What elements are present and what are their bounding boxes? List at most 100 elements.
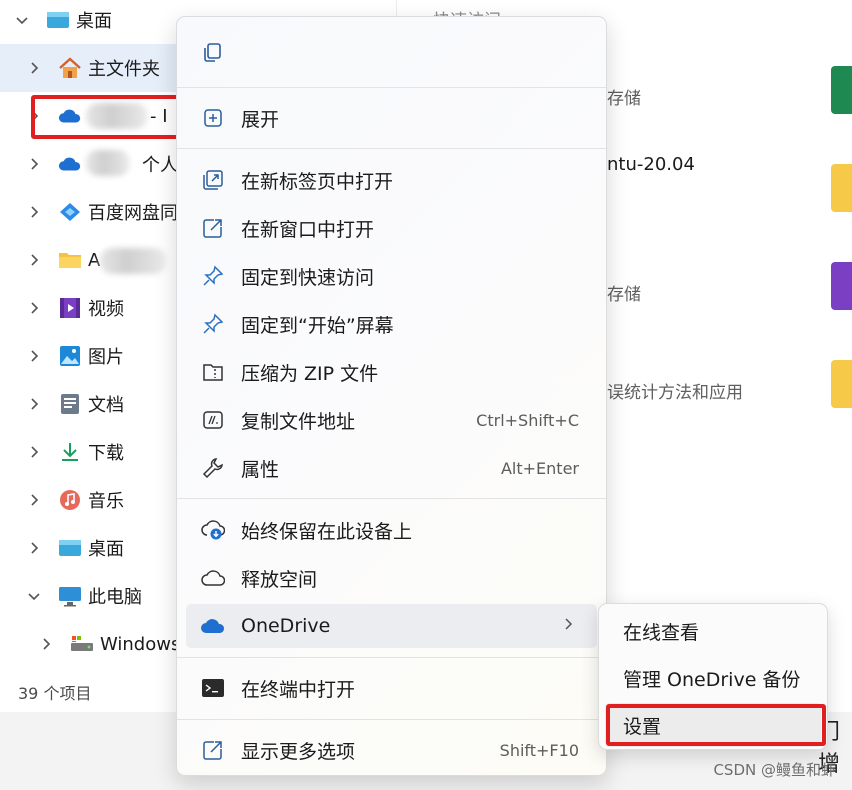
new-window-icon	[200, 215, 226, 241]
folder-icon	[58, 248, 82, 272]
chevron-right-icon[interactable]	[26, 348, 42, 364]
menu-separator	[177, 87, 606, 88]
menu-item-compress-zip[interactable]: 压缩为 ZIP 文件	[186, 350, 597, 394]
nav-item-label: 视频	[88, 299, 124, 320]
chevron-down-icon[interactable]	[26, 588, 42, 604]
onedrive-cloud-icon	[200, 613, 226, 639]
new-tab-icon	[200, 167, 226, 193]
excel-file-icon[interactable]	[831, 66, 852, 114]
menu-item-label: 在新标签页中打开	[241, 170, 394, 193]
nav-item-label: 下载	[88, 443, 124, 464]
menu-item-label: 展开	[241, 108, 280, 131]
menu-item-pin-start[interactable]: 固定到“开始”屏幕	[186, 302, 597, 346]
nav-item-label: 桌面	[76, 11, 112, 32]
menu-item-label: OneDrive	[241, 615, 331, 637]
menu-item-label: 始终保留在此设备上	[241, 520, 413, 543]
nav-item-label: Windows	[100, 633, 181, 655]
onedrive-cloud-icon	[58, 104, 82, 128]
chevron-right-icon	[563, 616, 575, 636]
pin-start-icon	[200, 311, 226, 337]
chevron-right-icon[interactable]	[26, 396, 42, 412]
chevron-right-icon[interactable]	[26, 108, 42, 124]
menu-item-label: 释放空间	[241, 568, 318, 591]
wrench-icon	[200, 455, 226, 481]
cloud-download-icon	[200, 517, 226, 543]
menu-item-label: 在新窗口中打开	[241, 218, 375, 241]
cloud-outline-icon	[200, 565, 226, 591]
chevron-right-icon[interactable]	[26, 60, 42, 76]
submenu-item-view-online[interactable]: 在线查看	[605, 609, 821, 653]
menu-separator	[177, 719, 606, 720]
nav-item-label: 音乐	[88, 491, 124, 512]
baidu-netdisk-icon	[58, 200, 82, 224]
nav-item-label: A	[88, 249, 101, 271]
menu-separator	[177, 498, 606, 499]
menu-item-label: 显示更多选项	[241, 740, 356, 763]
desktop-icon	[58, 536, 82, 560]
menu-item-always-keep[interactable]: 始终保留在此设备上	[186, 508, 597, 552]
menu-item-copy-path[interactable]: 复制文件地址 Ctrl+Shift+C	[186, 398, 597, 442]
chevron-right-icon[interactable]	[26, 444, 42, 460]
menu-separator	[177, 148, 606, 149]
music-icon	[58, 488, 82, 512]
context-menu: 展开 在新标签页中打开 在新窗口中打开 固定到快速访问 固定到“开始”屏幕 压缩…	[176, 16, 607, 776]
menu-item-shortcut: Alt+Enter	[500, 458, 579, 478]
chevron-right-icon[interactable]	[26, 492, 42, 508]
blurred-folder-name	[100, 248, 166, 274]
menu-item-label: 压缩为 ZIP 文件	[241, 362, 379, 385]
nav-item-label: 图片	[88, 347, 124, 368]
menu-item-properties[interactable]: 属性 Alt+Enter	[186, 446, 597, 490]
zip-icon	[200, 359, 226, 385]
content-item-subtitle: 存储	[607, 285, 641, 305]
content-item-subtitle: 误统计方法和应用	[607, 383, 743, 403]
show-more-icon	[200, 737, 226, 763]
menu-item-label: 在终端中打开	[241, 678, 356, 701]
documents-icon	[58, 392, 82, 416]
menu-item-free-up-space[interactable]: 释放空间	[186, 556, 597, 600]
menu-item-onedrive[interactable]: OneDrive	[186, 604, 597, 648]
drive-icon	[70, 632, 94, 656]
video-folder-icon[interactable]	[831, 262, 852, 310]
blurred-account-name	[86, 103, 148, 129]
this-pc-icon	[58, 584, 82, 608]
chevron-right-icon[interactable]	[38, 636, 54, 652]
chevron-down-icon[interactable]	[14, 12, 30, 28]
nav-item-label: 主文件夹	[88, 59, 160, 80]
blurred-account-name	[86, 150, 130, 176]
menu-item-label: 固定到快速访问	[241, 266, 375, 289]
menu-item-expand[interactable]: 展开	[186, 96, 597, 140]
chevron-right-icon[interactable]	[26, 300, 42, 316]
pictures-icon	[58, 344, 82, 368]
chevron-right-icon[interactable]	[26, 156, 42, 172]
menu-item-label: 属性	[241, 458, 280, 481]
onedrive-cloud-icon	[58, 152, 82, 176]
submenu-item-settings[interactable]: 设置	[605, 703, 821, 747]
folder-icon[interactable]	[831, 360, 852, 408]
nav-item-label: - I	[150, 105, 168, 127]
desktop-icon	[46, 8, 70, 32]
nav-item-label: 百度网盘同	[88, 203, 178, 224]
home-icon	[58, 56, 82, 80]
menu-item-shortcut: Ctrl+Shift+C	[476, 410, 579, 430]
menu-separator	[177, 657, 606, 658]
watermark: CSDN @鳗鱼和虾	[713, 761, 836, 779]
folder-icon[interactable]	[831, 164, 852, 212]
menu-item-shortcut: Shift+F10	[499, 740, 579, 760]
copy-icon[interactable]	[199, 39, 225, 65]
nav-item-label: 桌面	[88, 539, 124, 560]
menu-item-open-terminal[interactable]: 在终端中打开	[186, 666, 597, 710]
menu-item-open-new-tab[interactable]: 在新标签页中打开	[186, 158, 597, 202]
pin-icon	[200, 263, 226, 289]
content-item-title: ntu-20.04	[607, 154, 695, 175]
chevron-right-icon[interactable]	[26, 540, 42, 556]
nav-item-label: 此电脑	[88, 587, 142, 608]
menu-item-pin-quick-access[interactable]: 固定到快速访问	[186, 254, 597, 298]
menu-item-open-new-window[interactable]: 在新窗口中打开	[186, 206, 597, 250]
nav-item-label: 个人	[142, 155, 178, 176]
menu-item-show-more-options[interactable]: 显示更多选项 Shift+F10	[186, 728, 597, 772]
submenu-item-manage-backup[interactable]: 管理 OneDrive 备份	[605, 656, 821, 700]
menu-item-label: 复制文件地址	[241, 410, 356, 433]
chevron-right-icon[interactable]	[26, 204, 42, 220]
download-icon	[58, 440, 82, 464]
chevron-right-icon[interactable]	[26, 252, 42, 268]
